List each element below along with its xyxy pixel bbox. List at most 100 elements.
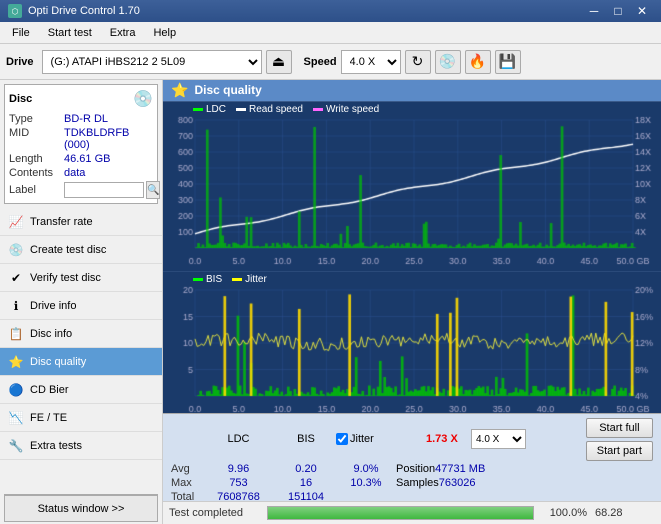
disc-length-value: 46.61 GB [64, 153, 110, 165]
progress-area: Test completed 100.0% 68.28 [163, 501, 661, 524]
samples-value: 763026 [439, 477, 476, 489]
maximize-button[interactable]: □ [607, 2, 629, 20]
title-bar: ⬡ Opti Drive Control 1.70 ─ □ ✕ [0, 0, 661, 22]
disc-label-browse-button[interactable]: 🔍 [146, 181, 160, 199]
drive-select[interactable]: (G:) ATAPI iHBS212 2 5L09 [42, 50, 262, 74]
minimize-button[interactable]: ─ [583, 2, 605, 20]
disc-quality-icon: ⭐ [8, 354, 24, 370]
speed-label: Speed [304, 56, 337, 68]
samples-label: Samples [396, 477, 439, 489]
sidebar-item-verify-test-disc[interactable]: ✔ Verify test disc [0, 264, 162, 292]
content-header-title: Disc quality [194, 83, 261, 97]
legend-write-speed: Write speed [313, 104, 379, 115]
menu-extra[interactable]: Extra [102, 25, 144, 41]
legend-bis: BIS [193, 274, 222, 285]
sidebar-item-extra-tests[interactable]: 🔧 Extra tests [0, 432, 162, 460]
avg-bis: 0.20 [276, 463, 336, 475]
disc-contents-value: data [64, 167, 85, 179]
transfer-rate-icon: 📈 [8, 214, 24, 230]
disc-contents-label: Contents [9, 167, 64, 179]
position-value: 47731 MB [435, 463, 505, 475]
avg-label: Avg [171, 463, 201, 475]
sidebar-item-label-disc-quality: Disc quality [30, 356, 86, 368]
sidebar-item-label-disc-info: Disc info [30, 328, 72, 340]
sidebar-item-disc-info[interactable]: 📋 Disc info [0, 320, 162, 348]
sidebar-item-create-test-disc[interactable]: 💿 Create test disc [0, 236, 162, 264]
sidebar-item-label-fe-te: FE / TE [30, 412, 67, 424]
stats-jitter-checkbox-container: Jitter [336, 433, 396, 445]
status-window-button[interactable]: Status window >> [4, 494, 158, 522]
start-part-button[interactable]: Start part [586, 441, 653, 461]
bottom-chart-canvas [163, 272, 661, 413]
avg-ldc: 9.96 [201, 463, 276, 475]
refresh-button[interactable]: ↻ [405, 50, 431, 74]
sidebar-item-disc-quality[interactable]: ⭐ Disc quality [0, 348, 162, 376]
sidebar-item-drive-info[interactable]: ℹ Drive info [0, 292, 162, 320]
legend-read-speed: Read speed [236, 104, 303, 115]
menu-start-test[interactable]: Start test [40, 25, 100, 41]
disc-type-label: Type [9, 113, 64, 125]
disc-button[interactable]: 💿 [435, 50, 461, 74]
app-title: Opti Drive Control 1.70 [28, 5, 140, 17]
disc-type-row: Type BD-R DL [9, 113, 153, 125]
disc-label-row: Label 🔍 [9, 181, 153, 199]
disc-label-label: Label [9, 184, 64, 196]
top-chart-legend: LDC Read speed Write speed [193, 104, 379, 115]
sidebar: Disc 💿 Type BD-R DL MID TDKBLDRFB (000) … [0, 80, 163, 524]
title-bar-controls: ─ □ ✕ [583, 2, 653, 20]
cd-bier-icon: 🔵 [8, 382, 24, 398]
app-icon: ⬡ [8, 4, 22, 18]
burn-button[interactable]: 🔥 [465, 50, 491, 74]
start-full-button[interactable]: Start full [586, 418, 653, 438]
top-chart-canvas [163, 102, 661, 268]
sidebar-item-label-verify-test-disc: Verify test disc [30, 272, 101, 284]
charts-area: LDC Read speed Write speed [163, 102, 661, 413]
jitter-header-label: Jitter [350, 433, 374, 445]
eject-button[interactable]: ⏏ [266, 50, 292, 74]
drive-label: Drive [6, 56, 34, 68]
ldc-legend-dot [193, 108, 203, 111]
menu-file[interactable]: File [4, 25, 38, 41]
title-bar-left: ⬡ Opti Drive Control 1.70 [8, 4, 140, 18]
stats-bar: LDC BIS Jitter 1.73 X 4.0 X Start full S… [163, 413, 661, 501]
speed-select[interactable]: 4.0 X 2.0 X 1.0 X [341, 50, 401, 74]
position-label: Position [396, 463, 435, 475]
progress-bar-outer [267, 506, 534, 520]
write-speed-legend-dot [313, 108, 323, 111]
bottom-chart: BIS Jitter [163, 272, 661, 413]
stats-speed-value: 1.73 X [426, 433, 471, 445]
max-bis: 16 [276, 477, 336, 489]
progress-bar-inner [268, 507, 533, 519]
write-speed-legend-label: Write speed [326, 104, 379, 115]
jitter-checkbox[interactable] [336, 433, 348, 445]
menu-help[interactable]: Help [145, 25, 184, 41]
jitter-legend-dot [232, 278, 242, 281]
legend-ldc: LDC [193, 104, 226, 115]
sidebar-item-label-drive-info: Drive info [30, 300, 76, 312]
disc-label-input[interactable] [64, 182, 144, 198]
toolbar: Drive (G:) ATAPI iHBS212 2 5L09 ⏏ Speed … [0, 44, 661, 80]
disc-mid-value: TDKBLDRFB (000) [64, 127, 153, 151]
sidebar-nav: 📈 Transfer rate 💿 Create test disc ✔ Ver… [0, 208, 162, 492]
sidebar-item-transfer-rate[interactable]: 📈 Transfer rate [0, 208, 162, 236]
progress-status: Test completed [169, 507, 259, 519]
content-area: ⭐ Disc quality LDC Read speed [163, 80, 661, 524]
verify-test-disc-icon: ✔ [8, 270, 24, 286]
sidebar-item-cd-bier[interactable]: 🔵 CD Bier [0, 376, 162, 404]
extra-tests-icon: 🔧 [8, 438, 24, 454]
disc-panel-icon: 💿 [133, 89, 153, 109]
sidebar-item-fe-te[interactable]: 📉 FE / TE [0, 404, 162, 432]
disc-panel: Disc 💿 Type BD-R DL MID TDKBLDRFB (000) … [4, 84, 158, 204]
stats-ldc-header: LDC [201, 433, 276, 445]
status-window-label: Status window >> [38, 503, 125, 515]
stats-speed-select[interactable]: 4.0 X [471, 429, 526, 449]
bottom-chart-legend: BIS Jitter [193, 274, 267, 285]
sidebar-item-label-extra-tests: Extra tests [30, 440, 82, 452]
disc-mid-row: MID TDKBLDRFB (000) [9, 127, 153, 151]
menu-bar: File Start test Extra Help [0, 22, 661, 44]
save-button[interactable]: 💾 [495, 50, 521, 74]
close-button[interactable]: ✕ [631, 2, 653, 20]
disc-length-row: Length 46.61 GB [9, 153, 153, 165]
drive-info-icon: ℹ [8, 298, 24, 314]
max-label: Max [171, 477, 201, 489]
